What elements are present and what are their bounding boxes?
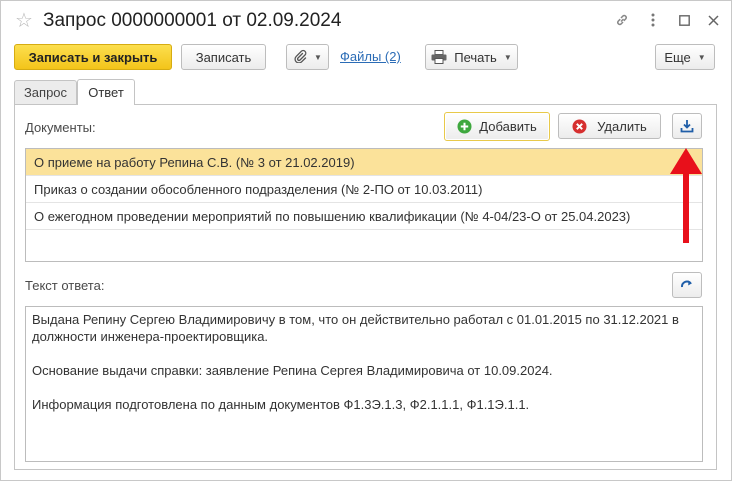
tab-request-label: Запрос [23, 85, 68, 100]
add-label: Добавить [479, 119, 537, 134]
more-button[interactable]: Еще ▼ [655, 44, 715, 70]
more-vertical-icon[interactable] [643, 10, 663, 30]
row-text: О приеме на работу Репина С.В. (№ 3 от 2… [34, 154, 355, 170]
chevron-down-icon: ▼ [697, 52, 706, 62]
answer-paragraph: Информация подготовлена по данным докуме… [32, 397, 530, 412]
redo-button[interactable] [672, 272, 702, 298]
tab-answer[interactable]: Ответ [77, 79, 135, 105]
save-button[interactable]: Записать [181, 44, 266, 70]
table-row[interactable]: Приказ о создании обособленного подразде… [26, 176, 702, 203]
chevron-down-icon: ▼ [503, 52, 512, 62]
answer-label: Текст ответа: [25, 278, 105, 293]
answer-paragraph: Основание выдачи справки: заявление Репи… [32, 363, 553, 378]
row-text: О ежегодном проведении мероприятий по по… [34, 208, 631, 224]
redo-icon [680, 278, 694, 292]
chevron-down-icon: ▼ [314, 52, 322, 62]
link-icon[interactable] [612, 10, 632, 30]
save-label: Записать [195, 49, 252, 65]
x-circle-icon [572, 119, 587, 134]
save-and-close-label: Записать и закрыть [28, 49, 158, 65]
tab-answer-label: Ответ [88, 85, 124, 100]
delete-button[interactable]: Удалить [558, 113, 661, 139]
answer-textarea[interactable]: Выдана Репину Сергею Владимировичу в том… [25, 306, 703, 462]
print-button[interactable]: Печать ▼ [425, 44, 518, 70]
annotation-arrow-shaft [683, 169, 689, 243]
delete-label: Удалить [597, 118, 647, 134]
table-row[interactable]: О приеме на работу Репина С.В. (№ 3 от 2… [26, 149, 702, 176]
table-row[interactable]: О ежегодном проведении мероприятий по по… [26, 203, 702, 230]
close-icon[interactable] [703, 10, 723, 30]
window-title: Запрос 0000000001 от 02.09.2024 [43, 10, 342, 31]
add-button[interactable]: Добавить [444, 112, 550, 141]
download-button[interactable] [672, 113, 702, 139]
attach-button[interactable]: ▼ [286, 44, 329, 70]
more-label: Еще [664, 49, 691, 65]
documents-table: О приеме на работу Репина С.В. (№ 3 от 2… [25, 148, 703, 262]
save-and-close-button[interactable]: Записать и закрыть [14, 44, 172, 70]
print-label: Печать [454, 49, 497, 65]
star-icon[interactable]: ☆ [15, 11, 33, 31]
row-text: Приказ о создании обособленного подразде… [34, 181, 483, 197]
paperclip-icon [293, 49, 307, 66]
documents-label: Документы: [25, 120, 96, 135]
download-icon [680, 119, 694, 133]
files-link[interactable]: Файлы (2) [340, 49, 401, 64]
printer-icon [431, 50, 447, 64]
maximize-icon[interactable] [674, 10, 694, 30]
plus-circle-icon [457, 119, 472, 134]
tab-request[interactable]: Запрос [14, 80, 77, 104]
document-window: ☆ Запрос 0000000001 от 02.09.2024 Записа… [0, 0, 732, 481]
answer-paragraph: Выдана Репину Сергею Владимировичу в том… [32, 312, 679, 344]
